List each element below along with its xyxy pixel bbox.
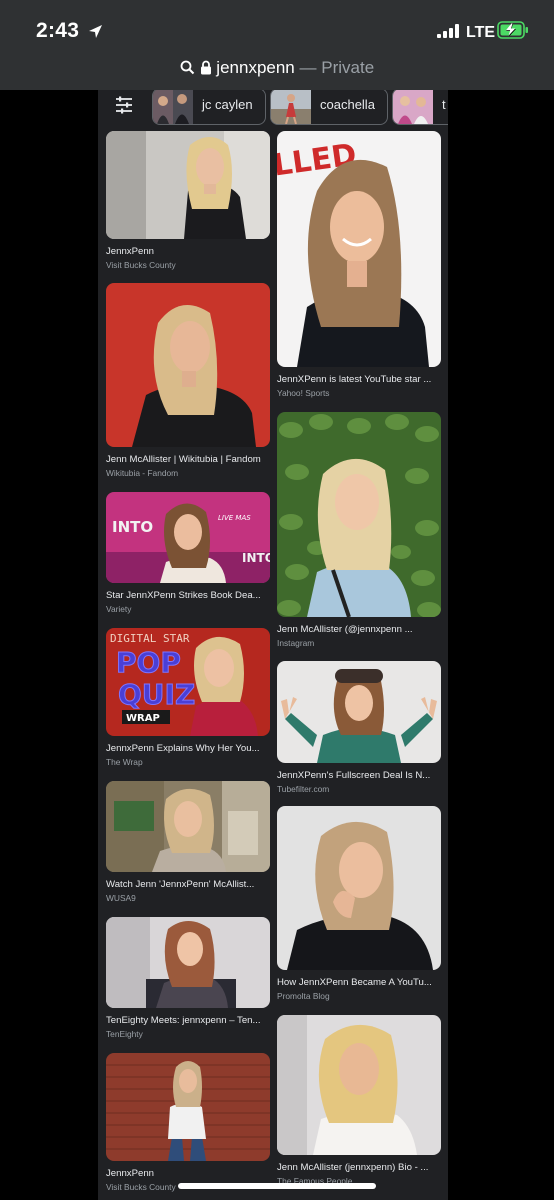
image-result[interactable]: DIGITAL STAR POP QUIZ WRAP JennxPenn Exp… [106,628,270,767]
address-bar[interactable]: jennxpenn — Private [0,50,554,90]
result-thumbnail [277,806,441,970]
result-source: Yahoo! Sports [277,388,330,398]
image-result[interactable]: Jenn McAllister | Wikitubia | Fandom Wik… [106,283,270,478]
sign-text: INTO [112,518,153,536]
chip-label: coachella [320,97,375,112]
chip-thumbnail [271,90,311,124]
result-thumbnail [106,283,270,447]
result-source: Promolta Blog [277,991,330,1001]
result-thumbnail [277,1015,441,1155]
image-results-page: jc caylen coachella t JennxPenn Visit Bu… [98,90,448,1200]
result-source: Visit Bucks County [106,260,176,270]
overlay-line3: QUIZ [118,678,195,711]
result-title: Watch Jenn 'JennxPenn' McAllist... [106,879,255,890]
image-result[interactable]: LLED JennXPenn is latest YouTube star ..… [277,131,441,398]
result-thumbnail [106,131,270,239]
image-result[interactable]: JennXPenn's Fullscreen Deal Is N... Tube… [277,661,441,794]
image-result[interactable]: How JennXPenn Became A YouTu... Promolta… [277,806,441,1001]
related-search-chips: jc caylen coachella t [98,90,448,125]
result-source: The Wrap [106,757,143,767]
signal-bars-icon [437,24,459,43]
result-thumbnail: INTO INTO LIVE MAS [106,492,270,583]
result-title: JennxPenn [106,1168,155,1179]
address-bar-content: jennxpenn — Private [0,58,554,78]
carrier-label: LTE [466,24,496,41]
result-title: JennxPenn Explains Why Her You... [106,743,260,754]
location-arrow-icon [88,24,103,44]
result-thumbnail [277,661,441,763]
result-title: Star JennXPenn Strikes Book Dea... [106,590,261,601]
result-source: Instagram [277,638,315,648]
overlay-line1: DIGITAL STAR [110,632,190,645]
result-title: TenEighty Meets: jennxpenn – Ten... [106,1015,261,1026]
result-title: How JennXPenn Became A YouTu... [277,977,432,988]
image-result[interactable]: JennxPenn Visit Bucks County [106,131,270,270]
result-title: JennxPenn [106,246,155,257]
image-result[interactable]: Jenn McAllister (jennxpenn) Bio - ... Th… [277,1015,441,1186]
result-title: JennXPenn is latest YouTube star ... [277,374,432,385]
filter-tune-icon[interactable] [114,96,134,119]
result-thumbnail: LLED [277,131,441,367]
status-time: 2:43 [36,19,80,42]
result-title: Jenn McAllister (jennxpenn) Bio - ... [277,1162,429,1173]
url-domain: jennxpenn [216,58,295,77]
chip-thumbnail [393,90,433,124]
result-thumbnail [106,917,270,1008]
home-indicator[interactable] [178,1183,376,1189]
result-source: TenEighty [106,1029,143,1039]
result-source: Wikitubia - Fandom [106,468,179,478]
lock-icon [200,58,217,77]
image-result[interactable]: TenEighty Meets: jennxpenn – Ten... TenE… [106,917,270,1039]
image-result[interactable]: JennxPenn Visit Bucks County [106,1053,270,1192]
url-separator: — [299,58,317,77]
image-result[interactable]: Watch Jenn 'JennxPenn' McAllist... WUSA9 [106,781,270,903]
sign-badge: LIVE MAS [218,514,251,522]
battery-charging-icon [497,21,529,44]
status-bar: 2:43 LTE [0,0,554,50]
chip-thumbnail [153,90,193,124]
chip-jc-caylen[interactable]: jc caylen [152,90,266,125]
result-thumbnail [106,1053,270,1161]
chip-label: jc caylen [202,97,253,112]
result-source: Tubefilter.com [277,784,330,794]
result-title: JennXPenn's Fullscreen Deal Is N... [277,770,431,781]
result-source: Variety [106,604,132,614]
image-result[interactable]: Jenn McAllister (@jennxpenn ... Instagra… [277,412,441,648]
search-icon [180,58,200,77]
result-thumbnail: DIGITAL STAR POP QUIZ WRAP [106,628,270,736]
result-source: WUSA9 [106,893,136,903]
chip-label: t [442,97,446,112]
overlay-logo: WRAP [126,713,160,724]
image-result[interactable]: INTO INTO LIVE MAS Star JennXPenn Strike… [106,492,270,614]
result-thumbnail [277,412,441,617]
browsing-mode-label: Private [321,58,375,77]
chip-more[interactable]: t [392,90,448,125]
result-title: Jenn McAllister | Wikitubia | Fandom [106,454,261,465]
chip-coachella[interactable]: coachella [270,90,388,125]
result-title: Jenn McAllister (@jennxpenn ... [277,624,413,635]
overlay-line2: POP [116,646,181,679]
result-thumbnail [106,781,270,872]
sign-text-2: INTO [242,551,270,565]
